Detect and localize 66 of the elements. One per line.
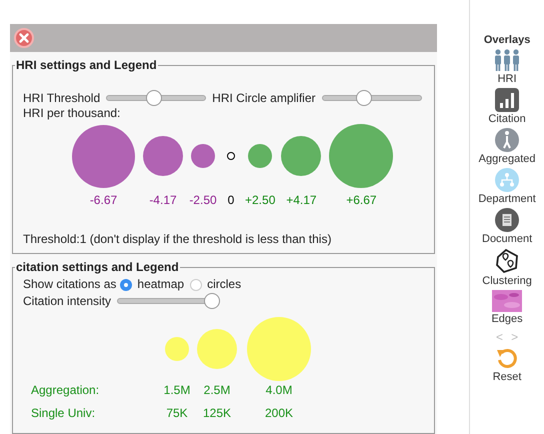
overlay-button[interactable]: Clustering: [482, 248, 532, 288]
group-title: HRI settings and Legend: [15, 58, 158, 72]
slider-label: HRI Circle amplifier: [212, 90, 316, 106]
radio-label[interactable]: circles: [207, 277, 242, 292]
radio-button[interactable]: [190, 278, 202, 290]
negative-circle: [143, 136, 183, 176]
legend-value: +4.17: [286, 193, 317, 208]
slider[interactable]: [322, 90, 422, 106]
legend-value: 1.5M: [162, 383, 192, 399]
slider-label: HRI Threshold: [23, 90, 100, 106]
reset-icon: [495, 346, 520, 370]
positive-circle: [248, 144, 272, 168]
close-icon[interactable]: [14, 28, 34, 48]
radio-label[interactable]: heatmap: [137, 277, 184, 292]
reset-label: Reset: [492, 370, 522, 384]
overlay-label: Department: [478, 192, 536, 206]
slider-label: Citation intensity: [23, 294, 112, 308]
walking-figure-icon: [495, 128, 520, 152]
legend-value: 2.5M: [202, 383, 232, 399]
texture-icon: [492, 290, 522, 312]
negative-circle: [191, 144, 215, 168]
overlay-button[interactable]: Citation: [488, 88, 526, 126]
threshold-note: Threshold:1 (don't display if the threshold is less than this): [23, 232, 332, 247]
legend-value: 200K: [264, 406, 294, 422]
overlay-button[interactable]: Department: [478, 168, 536, 206]
overlay-label: Clustering: [482, 274, 532, 288]
slider-thumb[interactable]: [146, 90, 162, 106]
slider-thumb[interactable]: [204, 293, 220, 309]
legend-value: +2.50: [245, 193, 276, 208]
slider[interactable]: [106, 90, 206, 106]
overlay-label: Edges: [491, 312, 523, 326]
legend-value: 4.0M: [264, 383, 294, 399]
legend-value: 75K: [165, 406, 189, 422]
overlay-button[interactable]: Aggregated: [478, 128, 536, 166]
overlay-button[interactable]: HRI: [493, 48, 522, 86]
people-icon: [493, 48, 522, 72]
overlay-button[interactable]: Edges: [491, 290, 523, 326]
overlay-label: Citation: [488, 112, 526, 126]
legend-value: 125K: [202, 406, 232, 422]
org-chart-icon: [495, 168, 520, 192]
legend-row-label: Single Univ:: [30, 406, 96, 422]
overlay-label: Aggregated: [478, 152, 536, 166]
citation-circle: [165, 337, 189, 361]
overlay-label: Document: [482, 232, 532, 246]
document-icon: [495, 208, 520, 232]
group-title: citation settings and Legend: [15, 260, 180, 274]
map-pins-icon: [494, 248, 520, 274]
overlay-label: HRI: [498, 72, 517, 86]
legend-value: -4.17: [149, 193, 177, 208]
legend-value: -6.67: [90, 193, 118, 208]
bar-chart-icon: [495, 88, 520, 112]
legend-value: 0: [228, 193, 234, 208]
reset-button[interactable]: Reset: [492, 346, 522, 384]
legend-value: -2.50: [189, 193, 217, 208]
slider[interactable]: [117, 293, 218, 309]
slider-thumb[interactable]: [356, 90, 372, 106]
overlay-button[interactable]: Document: [482, 208, 532, 246]
sidebar-title: Overlays: [484, 34, 530, 46]
radio-button[interactable]: [120, 278, 132, 290]
legend-value: +6.67: [346, 193, 377, 208]
legend-row-label: Aggregation:: [30, 383, 100, 399]
legend-caption: HRI per thousand:: [23, 106, 122, 121]
positive-circle: [281, 136, 322, 176]
radio-group-label: Show citations as: [23, 277, 116, 292]
zero-circle: [227, 152, 235, 160]
citation-circle: [197, 329, 237, 369]
